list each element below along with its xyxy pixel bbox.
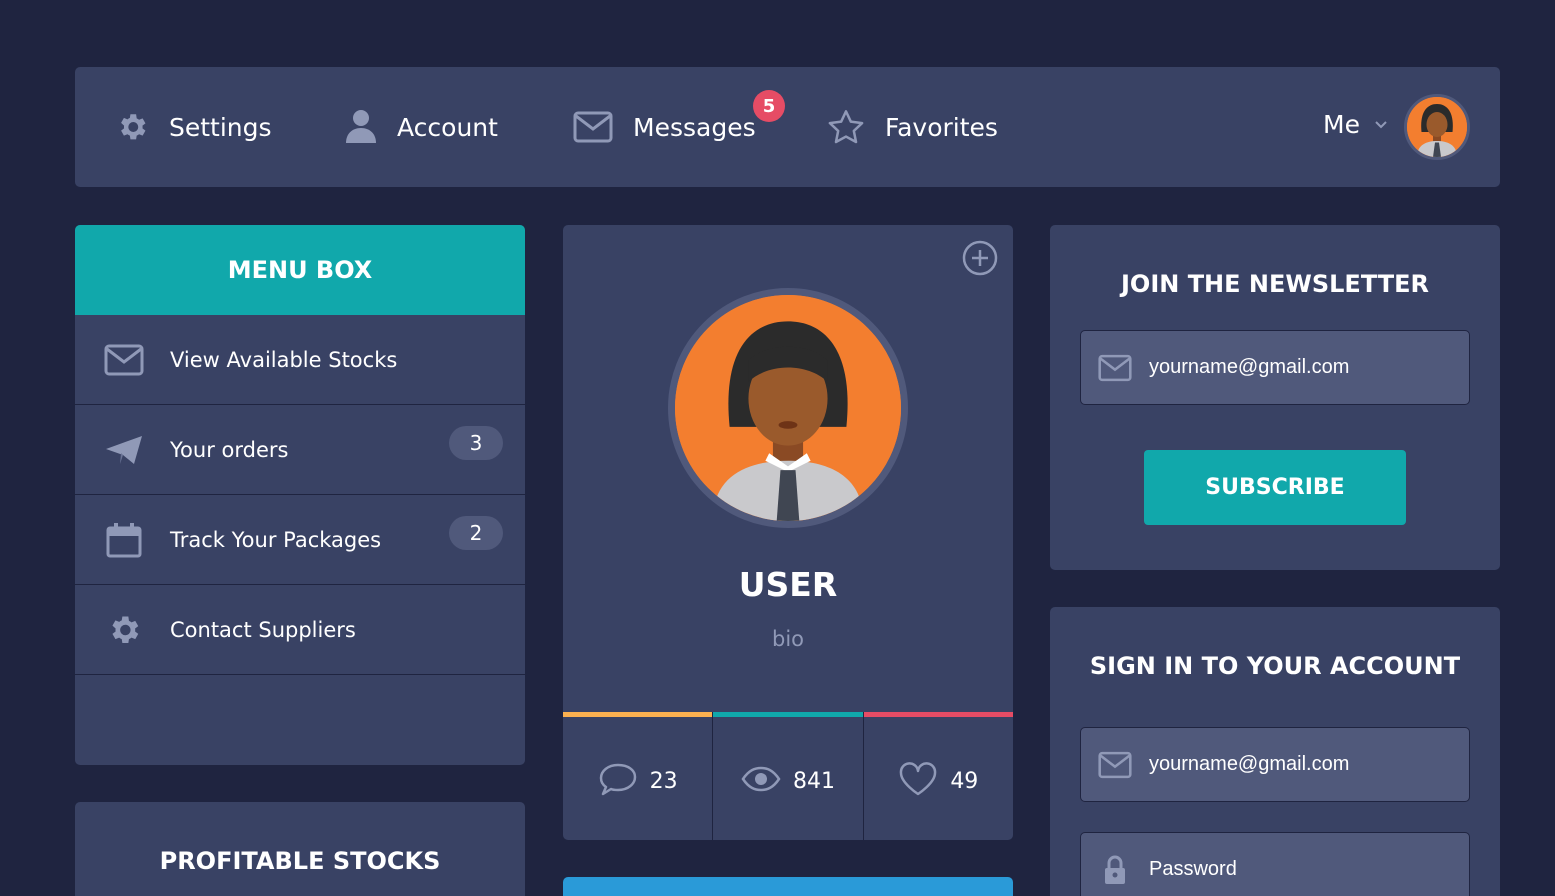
messages-count-badge: 5 (753, 90, 785, 122)
profile-card: USER bio 23 841 49 (563, 225, 1013, 840)
signin-card: SIGN IN TO YOUR ACCOUNT yourname@gmail.c… (1050, 607, 1500, 896)
lock-icon (1081, 855, 1149, 885)
nav-account[interactable]: Account (345, 67, 498, 187)
blue-card (563, 877, 1013, 896)
signin-title: SIGN IN TO YOUR ACCOUNT (1089, 652, 1461, 680)
signin-email-value: yourname@gmail.com (1149, 753, 1350, 775)
menu-item-label: Your orders (170, 437, 289, 462)
newsletter-title: JOIN THE NEWSLETTER (1120, 270, 1429, 298)
password-field[interactable]: Password (1080, 832, 1470, 896)
envelope-icon (573, 111, 613, 143)
nav-account-label: Account (397, 112, 498, 142)
newsletter-card: JOIN THE NEWSLETTER yourname@gmail.com S… (1050, 225, 1500, 570)
envelope-icon (1081, 751, 1149, 779)
menu-box: MENU BOX View Available Stocks Your orde… (75, 225, 525, 765)
comment-icon (598, 762, 638, 800)
profile-name: USER (738, 565, 838, 604)
profitable-stocks-title: PROFITABLE STOCKS (159, 847, 441, 875)
envelope-icon (1081, 354, 1149, 382)
me-dropdown[interactable]: Me (1323, 67, 1388, 182)
menu-box-title: MENU BOX (75, 225, 525, 315)
avatar[interactable] (1404, 94, 1470, 160)
newsletter-email-value: yourname@gmail.com (1149, 356, 1350, 378)
menu-item-your-orders[interactable]: Your orders 3 (75, 405, 525, 495)
orders-count-badge: 3 (449, 426, 503, 460)
profile-stats: 23 841 49 (563, 712, 1013, 840)
subscribe-button[interactable]: SUBSCRIBE (1144, 450, 1406, 525)
stat-views[interactable]: 841 (712, 712, 863, 840)
nav-messages[interactable]: Messages (573, 67, 756, 187)
top-navigation-bar: Settings Account Messages 5 Favorites Me (75, 67, 1500, 187)
eye-icon (741, 766, 781, 796)
nav-settings[interactable]: Settings (115, 67, 272, 187)
nav-favorites-label: Favorites (885, 112, 998, 142)
profile-avatar (668, 288, 908, 528)
menu-item-label: Track Your Packages (170, 527, 382, 552)
menu-item-view-available-stocks[interactable]: View Available Stocks (75, 315, 525, 405)
envelope-icon (75, 344, 170, 376)
chevron-down-icon (1374, 115, 1388, 134)
menu-item-contact-suppliers[interactable]: Contact Suppliers (75, 585, 525, 675)
views-count: 841 (792, 768, 835, 794)
nav-favorites[interactable]: Favorites (827, 67, 998, 187)
menu-item-label: View Available Stocks (170, 347, 398, 372)
user-icon (345, 109, 377, 145)
profitable-stocks-card: PROFITABLE STOCKS (75, 802, 525, 896)
likes-count: 49 (950, 768, 979, 794)
signin-email-field[interactable]: yourname@gmail.com (1080, 727, 1470, 802)
menu-item-track-your-packages[interactable]: Track Your Packages 2 (75, 495, 525, 585)
stat-likes[interactable]: 49 (862, 712, 1013, 840)
calendar-icon (75, 522, 170, 558)
heart-icon (898, 762, 938, 800)
me-label: Me (1323, 110, 1360, 139)
stat-comments[interactable]: 23 (563, 712, 713, 840)
gear-icon (115, 110, 149, 144)
comments-count: 23 (649, 768, 678, 794)
newsletter-email-field[interactable]: yourname@gmail.com (1080, 330, 1470, 405)
menu-item-label: Contact Suppliers (170, 617, 356, 642)
packages-count-badge: 2 (449, 516, 503, 550)
star-icon (827, 109, 865, 145)
paper-plane-icon (75, 434, 170, 466)
nav-settings-label: Settings (169, 112, 272, 142)
add-icon[interactable] (962, 240, 998, 280)
profile-bio: bio (771, 627, 804, 651)
gear-icon (75, 612, 170, 648)
nav-messages-label: Messages (633, 112, 756, 142)
password-value: Password (1149, 858, 1237, 880)
